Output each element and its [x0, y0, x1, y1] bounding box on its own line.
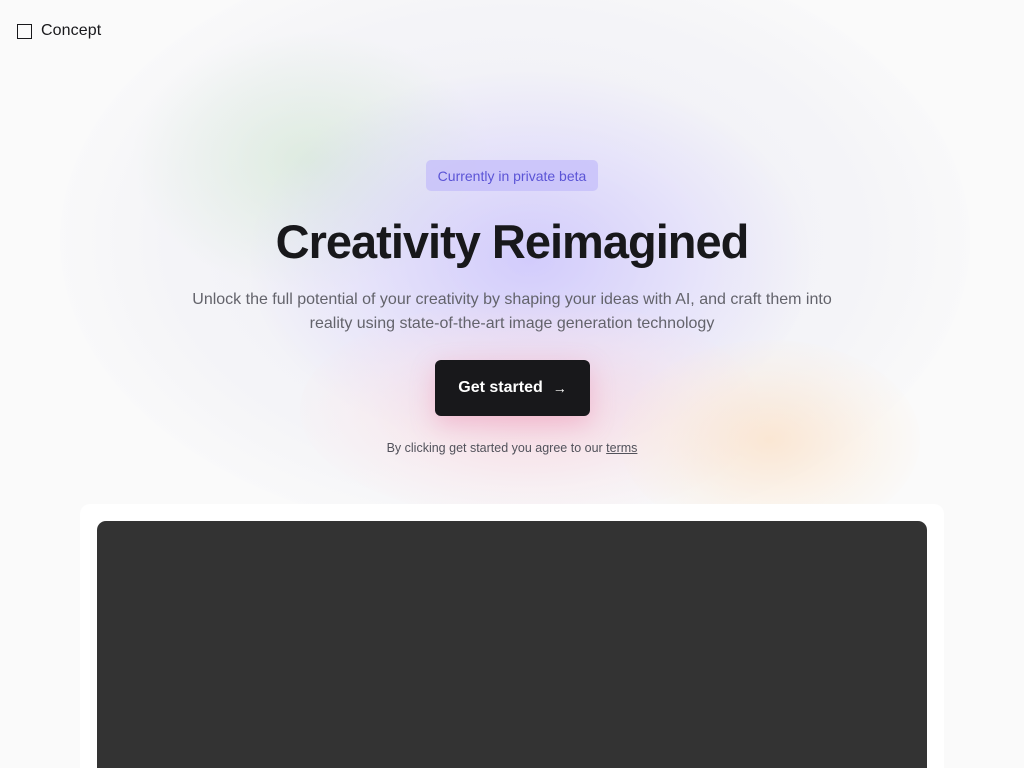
beta-badge: Currently in private beta [426, 160, 598, 191]
get-started-button[interactable]: Get started → [435, 360, 590, 416]
terms-link[interactable]: terms [606, 441, 637, 455]
preview-card [80, 504, 944, 768]
arrow-right-icon: → [552, 380, 567, 396]
square-outline-icon [17, 23, 32, 39]
brand-name: Concept [41, 22, 102, 39]
terms-notice: By clicking get started you agree to our… [0, 441, 1024, 455]
hero-subtitle: Unlock the full potential of your creati… [192, 291, 832, 332]
preview-screen [97, 521, 927, 768]
get-started-label: Get started [458, 379, 543, 396]
landing-page: Concept Currently in private beta Creati… [0, 0, 1024, 768]
brand-logo[interactable]: Concept [17, 22, 101, 40]
hero-title: Creativity Reimagined [275, 215, 750, 268]
terms-notice-text: By clicking get started you agree to our [386, 441, 607, 455]
